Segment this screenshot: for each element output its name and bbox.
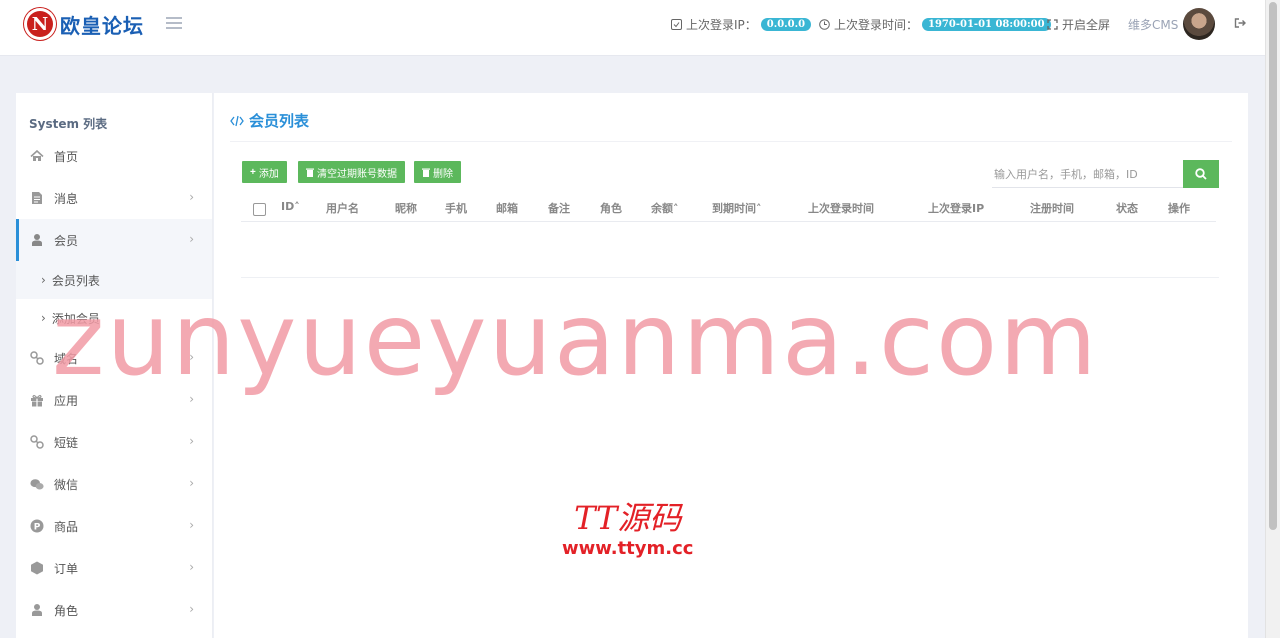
sidebar-item-label: 会员: [54, 233, 79, 248]
table-bottom-border: [241, 277, 1219, 278]
fullscreen-button[interactable]: 开启全屏: [1047, 16, 1110, 33]
sidebar-item-shortlink[interactable]: 短链 ›: [16, 421, 212, 463]
sidebar-item-roles[interactable]: 角色 ›: [16, 589, 212, 631]
column-header-status: 状态: [1116, 202, 1138, 215]
sidebar-item-home[interactable]: 首页: [16, 135, 212, 177]
last-time-badge: 1970-01-01 08:00:00: [922, 18, 1051, 31]
chevron-right-icon: ›: [189, 476, 194, 490]
clock-icon: [819, 19, 830, 30]
sidebar-item-wechat[interactable]: 微信 ›: [16, 463, 212, 505]
table-header: ID˄ 用户名 昵称 手机 邮箱 备注 角色 余额˄ 到期时间˄ 上次登录时间 …: [241, 193, 1216, 222]
column-header-actions: 操作: [1168, 202, 1190, 215]
logo-text: 欧皇论坛: [60, 13, 144, 38]
code-icon: [230, 115, 244, 126]
scrollbar-thumb[interactable]: [1269, 2, 1277, 530]
chevron-right-icon: ›: [189, 190, 194, 204]
sidebar-item-members[interactable]: 会员 ›: [16, 219, 212, 261]
column-header-last-login-ip: 上次登录IP: [928, 202, 985, 215]
column-header-balance[interactable]: 余额˄: [651, 200, 679, 216]
trash-icon: [306, 168, 314, 177]
scrollbar[interactable]: [1265, 0, 1280, 638]
sidebar-item-label: 短链: [54, 435, 79, 450]
sidebar-item-label: 角色: [54, 603, 79, 618]
order-icon: [30, 561, 44, 575]
svg-text:P: P: [34, 523, 41, 533]
search-icon: [1195, 168, 1207, 180]
column-header-email: 邮箱: [496, 202, 518, 215]
caret-right-icon: ›: [41, 273, 46, 287]
plus-icon: +: [250, 166, 256, 178]
column-header-username: 用户名: [326, 202, 359, 215]
logout-icon[interactable]: [1234, 17, 1246, 29]
column-header-last-login-time: 上次登录时间: [808, 202, 874, 215]
sidebar-item-orders[interactable]: 订单 ›: [16, 547, 212, 589]
file-icon: [30, 191, 44, 205]
product-icon: P: [30, 519, 44, 533]
ip-icon: [671, 19, 682, 30]
sidebar-item-label: 消息: [54, 191, 79, 206]
last-ip-label: 上次登录IP：: [686, 18, 757, 32]
page-title-text: 会员列表: [249, 112, 310, 130]
delete-button[interactable]: 删除: [414, 161, 461, 183]
last-login-ip: 上次登录IP： 0.0.0.0: [671, 16, 812, 33]
sidebar-item-label: 首页: [54, 149, 79, 164]
link-icon: [30, 351, 44, 365]
sort-icon: ˄: [756, 202, 762, 215]
search-input[interactable]: [992, 161, 1184, 188]
sidebar-item-label: 订单: [54, 561, 79, 576]
fullscreen-label: 开启全屏: [1062, 18, 1111, 32]
chevron-right-icon: ›: [189, 560, 194, 574]
avatar[interactable]: [1183, 8, 1215, 40]
menu-toggle-icon[interactable]: [166, 17, 182, 31]
last-login-time: 上次登录时间： 1970-01-01 08:00:00: [819, 16, 1051, 33]
link-icon: [30, 435, 44, 449]
watermark-domain: zunyueyuanma.com: [52, 281, 1099, 398]
select-all-checkbox[interactable]: [253, 203, 266, 216]
top-header: N 欧皇论坛 上次登录IP： 0.0.0.0 上次登录时间： 1970-01-0…: [0, 0, 1266, 56]
expand-icon: [1047, 19, 1058, 30]
last-ip-badge: 0.0.0.0: [760, 18, 812, 31]
delete-button-label: 删除: [433, 168, 453, 180]
watermark-brand-url: www.ttym.cc: [562, 538, 694, 559]
sidebar-item-products[interactable]: P 商品 ›: [16, 505, 212, 547]
role-icon: [30, 603, 44, 617]
column-header-phone: 手机: [445, 202, 467, 215]
search-button[interactable]: [1183, 160, 1219, 188]
caret-right-icon: ›: [41, 311, 46, 325]
column-header-register-time: 注册时间: [1030, 202, 1074, 215]
chevron-right-icon: ›: [189, 518, 194, 532]
column-header-note: 备注: [548, 202, 570, 215]
brand-link[interactable]: 维多CMS: [1128, 16, 1178, 33]
add-button[interactable]: + 添加: [242, 161, 287, 183]
watermark-brand: TT源码 www.ttym.cc: [562, 502, 693, 559]
wechat-icon: [30, 477, 44, 491]
clear-expired-label: 清空过期账号数据: [317, 168, 397, 180]
home-icon: [30, 149, 44, 163]
clear-expired-button[interactable]: 清空过期账号数据: [298, 161, 405, 183]
logo-mark: N: [24, 8, 56, 40]
chevron-right-icon: ›: [189, 602, 194, 616]
column-header-id[interactable]: ID˄: [281, 200, 300, 213]
column-header-nickname: 昵称: [395, 202, 417, 215]
sidebar-item-message[interactable]: 消息 ›: [16, 177, 212, 219]
sidebar-title: System 列表: [29, 117, 108, 131]
watermark-brand-name: TT源码: [574, 499, 682, 537]
add-button-label: 添加: [258, 168, 279, 180]
page-title: 会员列表: [230, 110, 309, 131]
column-header-expire-time[interactable]: 到期时间˄: [712, 200, 762, 216]
gift-icon: [30, 393, 44, 407]
divider: [230, 141, 1232, 142]
last-time-label: 上次登录时间：: [834, 18, 919, 32]
site-logo[interactable]: N 欧皇论坛: [24, 8, 144, 40]
sort-icon: ˄: [673, 202, 679, 215]
column-header-role: 角色: [600, 202, 622, 215]
sidebar-item-label: 商品: [54, 519, 79, 534]
chevron-right-icon: ›: [189, 434, 194, 448]
chevron-right-icon: ›: [189, 232, 194, 246]
user-icon: [30, 233, 44, 247]
sort-icon: ˄: [294, 200, 300, 213]
trash-icon: [422, 168, 430, 177]
sidebar-item-label: 微信: [54, 477, 79, 492]
